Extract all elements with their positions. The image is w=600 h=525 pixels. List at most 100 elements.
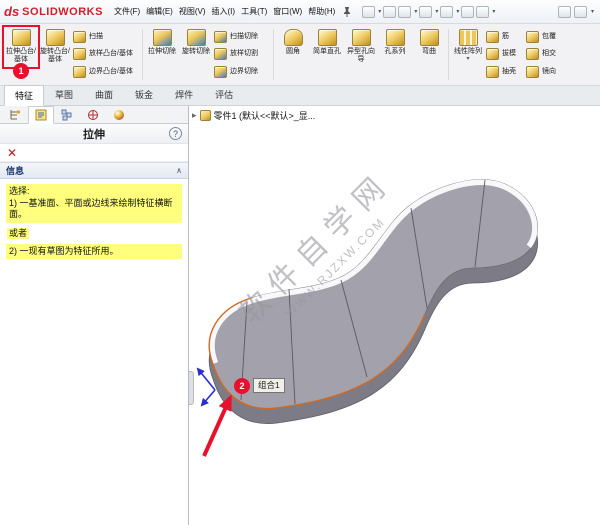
linear-pattern-label: 线性阵列 xyxy=(454,48,482,55)
simple-hole-label: 简单直孔 xyxy=(313,48,341,55)
display-manager-tab[interactable] xyxy=(106,106,132,123)
hole-wizard-icon xyxy=(351,29,371,46)
ribbon-button-extruded-cut[interactable]: 拉伸切除 xyxy=(145,26,179,83)
graphics-area[interactable] xyxy=(189,106,600,525)
ribbon-button-hole-wizard[interactable]: 异型孔向导 xyxy=(344,26,378,83)
shell-icon xyxy=(486,66,499,79)
property-manager-icon xyxy=(35,109,47,121)
undo-icon[interactable] xyxy=(440,5,454,18)
file-properties-icon[interactable] xyxy=(557,5,571,18)
ribbon-features: 拉伸凸台/基体 旋转凸台/基体 扫描 放样凸台/基体 边界凸台/基体 拉伸切除 … xyxy=(0,24,600,86)
wrap-label: 包覆 xyxy=(542,32,556,40)
graphics-viewport[interactable]: 软件自学网 WWW.RJZXW.COM ▸ 零件1 (默认<<默认>_显... … xyxy=(189,106,600,525)
ribbon-button-wrap[interactable]: 包覆 xyxy=(526,28,564,45)
ribbon-button-fillet[interactable]: 圆角 xyxy=(276,26,310,83)
ribbon-button-hole-series[interactable]: 孔系列 xyxy=(378,26,412,83)
property-manager-tab[interactable] xyxy=(28,106,54,124)
menubar: ds SOLIDWORKS 文件(F) 编辑(E) 视图(V) 插入(I) 工具… xyxy=(0,0,600,24)
ribbon-button-rib[interactable]: 筋 xyxy=(486,28,524,45)
ribbon-button-draft[interactable]: 拔模 xyxy=(486,46,524,63)
tab-sketch[interactable]: 草图 xyxy=(44,84,84,105)
undo-caret[interactable]: ▾ xyxy=(456,8,459,15)
cancel-button[interactable]: ✕ xyxy=(7,147,17,159)
shell-label: 抽壳 xyxy=(502,68,516,76)
print-caret[interactable]: ▾ xyxy=(435,8,438,15)
options-caret[interactable]: ▾ xyxy=(492,8,495,15)
pin-menu-icon[interactable] xyxy=(342,6,352,18)
panel-splitter-grip[interactable] xyxy=(189,371,194,405)
menu-view[interactable]: 视图(V) xyxy=(176,6,209,17)
dimxpert-tab[interactable] xyxy=(80,106,106,123)
ribbon-button-lofted-boss[interactable]: 放样凸台/基体 xyxy=(73,46,139,63)
ribbon-button-linear-pattern[interactable]: 线性阵列 ▾ xyxy=(451,26,485,83)
menu-tools[interactable]: 工具(T) xyxy=(238,6,270,17)
flyout-feature-tree[interactable]: ▸ 零件1 (默认<<默认>_显... xyxy=(192,109,315,122)
boundary-boss-icon xyxy=(73,66,86,79)
ribbon-button-lofted-cut[interactable]: 放样切割 xyxy=(214,46,270,63)
help-caret[interactable]: ▾ xyxy=(591,8,594,15)
panel-title: 拉伸 xyxy=(83,128,105,141)
hole-series-label: 孔系列 xyxy=(384,48,406,55)
rebuild-icon[interactable] xyxy=(461,5,475,18)
swept-cut-label: 扫描切除 xyxy=(230,32,258,40)
tree-expand-icon[interactable]: ▸ xyxy=(192,110,197,121)
new-document-caret[interactable]: ▾ xyxy=(378,8,381,15)
simple-hole-icon xyxy=(317,29,337,46)
print-icon[interactable] xyxy=(419,5,433,18)
ribbon-button-intersect[interactable]: 相交 xyxy=(526,46,564,63)
ribbon-button-boundary-cut[interactable]: 边界切除 xyxy=(214,64,270,81)
message-1: 1) 一基准面、平面或边线来绘制特征横断面。 xyxy=(9,197,173,220)
mirror-label: 镜向 xyxy=(542,68,556,76)
menu-file[interactable]: 文件(F) xyxy=(111,6,143,17)
wrap-stack-group: 包覆 相交 镜向 xyxy=(525,26,565,83)
collapse-chevron-icon[interactable]: ∧ xyxy=(176,166,182,175)
cut-stack-group: 扫描切除 放样切割 边界切除 xyxy=(213,26,271,83)
ribbon-button-swept-boss[interactable]: 扫描 xyxy=(73,28,139,45)
linear-pattern-caret[interactable]: ▾ xyxy=(466,56,469,62)
save-caret[interactable]: ▾ xyxy=(414,8,417,15)
model-top-face[interactable] xyxy=(208,179,539,410)
hole-series-icon xyxy=(385,29,405,46)
ribbon-button-boundary-boss[interactable]: 边界凸台/基体 xyxy=(73,64,139,81)
tab-weldments[interactable]: 焊件 xyxy=(164,84,204,105)
info-group-header[interactable]: 信息 ∧ xyxy=(0,162,188,179)
menu-insert[interactable]: 插入(I) xyxy=(209,6,239,17)
configuration-manager-tab[interactable] xyxy=(54,106,80,123)
lofted-cut-label: 放样切割 xyxy=(230,50,258,58)
tab-surfaces[interactable]: 曲面 xyxy=(84,84,124,105)
message-block-1: 选择: 1) 一基准面、平面或边线来绘制特征横断面。 xyxy=(6,184,182,223)
annotation-step-1-badge: 1 xyxy=(13,63,29,79)
save-icon[interactable] xyxy=(398,5,412,18)
ribbon-button-swept-cut[interactable]: 扫描切除 xyxy=(214,28,270,45)
tab-evaluate[interactable]: 评估 xyxy=(204,84,244,105)
options-icon[interactable] xyxy=(476,5,490,18)
ribbon-button-flex[interactable]: 弯曲 xyxy=(412,26,446,83)
feature-tree-tab[interactable] xyxy=(2,106,28,123)
menu-edit[interactable]: 编辑(E) xyxy=(143,6,176,17)
menu-help[interactable]: 帮助(H) xyxy=(305,6,338,17)
loft-boss-icon xyxy=(73,48,86,61)
commandmanager-tabbar: 特征 草图 曲面 钣金 焊件 评估 xyxy=(0,84,600,106)
panel-help-button[interactable]: ? xyxy=(169,127,182,140)
ribbon-button-mirror[interactable]: 镜向 xyxy=(526,64,564,81)
or-label: 或者 xyxy=(7,227,30,239)
tab-sheet-metal[interactable]: 钣金 xyxy=(124,84,164,105)
new-document-icon[interactable] xyxy=(362,5,376,18)
ribbon-button-simple-hole[interactable]: 简单直孔 xyxy=(310,26,344,83)
help-icon[interactable] xyxy=(573,5,587,18)
ribbon-button-revolved-cut[interactable]: 旋转切除 xyxy=(179,26,213,83)
solidworks-logo-text: SOLIDWORKS xyxy=(22,5,103,18)
menu-window[interactable]: 窗口(W) xyxy=(270,6,305,17)
open-icon[interactable] xyxy=(383,5,397,18)
ribbon-button-shell[interactable]: 抽壳 xyxy=(486,64,524,81)
ribbon-button-revolve-boss[interactable]: 旋转凸台/基体 xyxy=(38,26,72,83)
part-tree-label[interactable]: 零件1 (默认<<默认>_显... xyxy=(214,109,316,122)
boundary-cut-icon xyxy=(214,66,227,79)
ribbon-separator xyxy=(448,29,449,80)
part-icon xyxy=(199,110,211,121)
extruded-cut-label: 拉伸切除 xyxy=(148,48,176,55)
rib-label: 筋 xyxy=(502,32,509,40)
solidworks-logo: ds SOLIDWORKS xyxy=(4,4,103,19)
tab-features[interactable]: 特征 xyxy=(4,85,45,106)
feature-tree-icon xyxy=(10,109,20,119)
